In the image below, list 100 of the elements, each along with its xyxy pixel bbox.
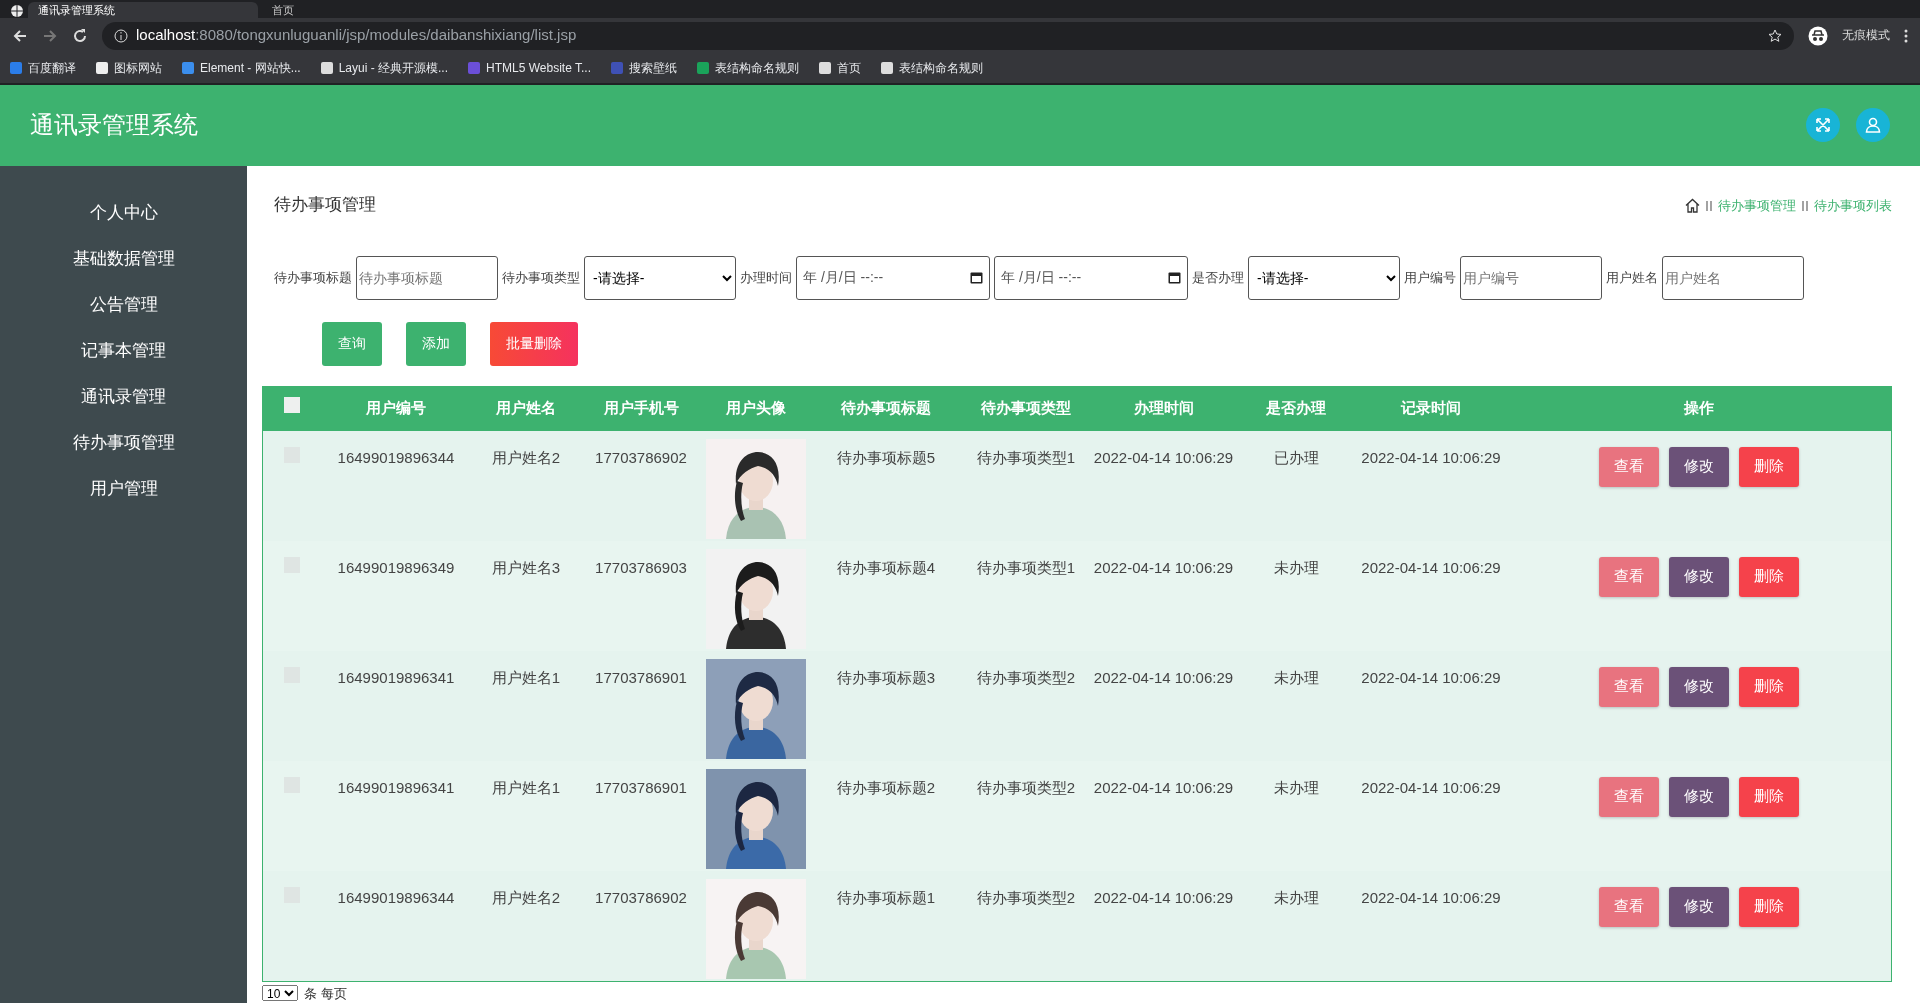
delete-button[interactable]: 批量删除 bbox=[490, 321, 578, 366]
edit-button[interactable]: 修改 bbox=[1668, 666, 1729, 707]
browser-tab[interactable]: 通讯录管理系统 bbox=[28, 1, 258, 18]
filter-label: 用户姓名 bbox=[1606, 268, 1658, 287]
table-cell: 2022-04-14 10:06:29 bbox=[1093, 558, 1234, 576]
select-field[interactable]: -请选择- bbox=[1248, 255, 1400, 300]
table-cell: 未办理 bbox=[1273, 558, 1319, 576]
table-cell: 2022-04-14 10:06:29 bbox=[1361, 778, 1501, 796]
bookmark[interactable]: 表结构命名规则 bbox=[881, 59, 983, 78]
bookmark[interactable]: 表结构命名规则 bbox=[697, 59, 799, 78]
datetime-field[interactable]: 年 /月/日 --:-- bbox=[994, 255, 1188, 300]
sidebar-item[interactable]: 用户管理 bbox=[0, 466, 247, 512]
table-cell: 未办理 bbox=[1273, 888, 1319, 906]
bookmark[interactable]: 搜索壁纸 bbox=[611, 59, 677, 78]
user-button[interactable] bbox=[1856, 108, 1890, 143]
column-header: 待办事项标题 bbox=[841, 399, 931, 417]
datetime-field[interactable]: 年 /月/日 --:-- bbox=[796, 255, 990, 300]
text-field[interactable]: 用户姓名 bbox=[1662, 255, 1804, 300]
table-cell: 17703786901 bbox=[595, 778, 687, 796]
table-cell: 2022-04-14 10:06:29 bbox=[1093, 778, 1234, 796]
table-cell: 2022-04-14 10:06:29 bbox=[1361, 668, 1501, 686]
expand-icon bbox=[1815, 117, 1831, 134]
calendar-icon bbox=[970, 271, 983, 284]
star-icon[interactable] bbox=[1768, 28, 1782, 43]
text-field[interactable]: 用户编号 bbox=[1460, 255, 1602, 300]
table-cell: 待办事项标题3 bbox=[836, 668, 936, 686]
text-field[interactable]: 待办事项标题 bbox=[356, 255, 498, 300]
table-cell: 2022-04-14 10:06:29 bbox=[1093, 668, 1234, 686]
sidebar-item[interactable]: 基础数据管理 bbox=[0, 236, 247, 282]
delete-button[interactable]: 删除 bbox=[1738, 666, 1799, 707]
incognito-label: 无痕模式 bbox=[1842, 27, 1890, 45]
bookmark[interactable]: Element - 网站快... bbox=[182, 59, 301, 78]
delete-button[interactable]: 删除 bbox=[1738, 446, 1799, 487]
delete-button[interactable]: 删除 bbox=[1738, 556, 1799, 597]
table-cell: 待办事项类型2 bbox=[976, 888, 1076, 906]
delete-button[interactable]: 删除 bbox=[1738, 886, 1799, 927]
edit-button[interactable]: 修改 bbox=[1668, 886, 1729, 927]
incognito-icon bbox=[1808, 25, 1828, 46]
separator-icon bbox=[1706, 200, 1712, 211]
fullscreen-button[interactable] bbox=[1806, 108, 1840, 143]
delete-button[interactable]: 删除 bbox=[1738, 776, 1799, 817]
table-cell: 用户姓名1 bbox=[491, 778, 561, 796]
table-cell: 17703786901 bbox=[595, 668, 687, 686]
table-cell: 已办理 bbox=[1273, 448, 1319, 466]
bookmark[interactable]: 图标网站 bbox=[96, 59, 162, 78]
table-cell: 待办事项类型2 bbox=[976, 668, 1076, 686]
table-cell: 待办事项标题4 bbox=[836, 558, 936, 576]
bookmark-icon bbox=[611, 62, 623, 75]
app-title: 通讯录管理系统 bbox=[30, 110, 198, 141]
table-cell: 待办事项类型2 bbox=[976, 778, 1076, 796]
sidebar-item[interactable]: 待办事项管理 bbox=[0, 420, 247, 466]
bookmark[interactable]: 百度翻译 bbox=[10, 59, 76, 78]
edit-button[interactable]: 修改 bbox=[1668, 556, 1729, 597]
sidebar-item[interactable]: 记事本管理 bbox=[0, 328, 247, 374]
bookmark[interactable]: Layui - 经典开源模... bbox=[320, 59, 449, 78]
table-cell: 16499019896341 bbox=[337, 778, 455, 796]
select-field[interactable]: -请选择- bbox=[584, 255, 736, 300]
browser-tab[interactable]: 首页 bbox=[262, 1, 492, 18]
info-icon bbox=[114, 28, 128, 43]
table-cell: 2022-04-14 10:06:29 bbox=[1093, 888, 1234, 906]
table-cell: 待办事项类型1 bbox=[976, 448, 1076, 466]
column-header: 记录时间 bbox=[1401, 399, 1461, 417]
table-cell: 17703786903 bbox=[595, 558, 687, 576]
page-size-select[interactable]: 10 bbox=[262, 985, 298, 1002]
table-cell: 用户姓名1 bbox=[491, 668, 561, 686]
filter-label: 待办事项标题 bbox=[274, 268, 352, 287]
column-header: 用户姓名 bbox=[496, 399, 556, 417]
table-cell: 未办理 bbox=[1273, 668, 1319, 686]
back-icon[interactable] bbox=[12, 27, 28, 44]
edit-button[interactable]: 修改 bbox=[1668, 446, 1729, 487]
table-cell: 用户姓名2 bbox=[491, 888, 561, 906]
calendar-icon bbox=[1168, 271, 1181, 284]
bookmark[interactable]: 首页 bbox=[819, 59, 861, 78]
home-icon[interactable] bbox=[1685, 198, 1700, 214]
column-header: 用户编号 bbox=[366, 399, 426, 417]
table-cell: 16499019896341 bbox=[337, 668, 455, 686]
table-cell: 2022-04-14 10:06:29 bbox=[1361, 558, 1501, 576]
select-all-checkbox[interactable] bbox=[284, 397, 300, 414]
column-header: 待办事项类型 bbox=[981, 399, 1071, 417]
table-cell: 用户姓名2 bbox=[491, 448, 561, 466]
table-cell: 待办事项标题2 bbox=[836, 778, 936, 796]
page-size-label: 条 每页 bbox=[304, 984, 347, 1003]
column-header: 用户头像 bbox=[726, 399, 786, 417]
table-cell: 待办事项标题1 bbox=[836, 888, 936, 906]
table-cell: 待办事项标题5 bbox=[836, 448, 936, 466]
sidebar-item[interactable]: 通讯录管理 bbox=[0, 374, 247, 420]
reload-icon[interactable] bbox=[72, 27, 88, 44]
edit-button[interactable]: 修改 bbox=[1668, 776, 1729, 817]
menu-icon[interactable] bbox=[1904, 28, 1908, 43]
address-bar[interactable]: localhost:8080/tongxunluguanli/jsp/modules/daibanshixiang/list.jsp bbox=[102, 21, 1794, 50]
bookmark[interactable]: HTML5 Website T... bbox=[468, 59, 591, 78]
filter-label: 待办事项类型 bbox=[502, 268, 580, 287]
table-cell: 2022-04-14 10:06:29 bbox=[1093, 448, 1234, 466]
separator-icon bbox=[1802, 200, 1808, 211]
bookmark-icon bbox=[320, 62, 333, 75]
forward-icon[interactable] bbox=[42, 27, 58, 44]
sidebar-item[interactable]: 公告管理 bbox=[0, 282, 247, 328]
sidebar-item[interactable]: 个人中心 bbox=[0, 190, 247, 236]
table-cell: 未办理 bbox=[1273, 778, 1319, 796]
table-cell: 2022-04-14 10:06:29 bbox=[1361, 448, 1501, 466]
